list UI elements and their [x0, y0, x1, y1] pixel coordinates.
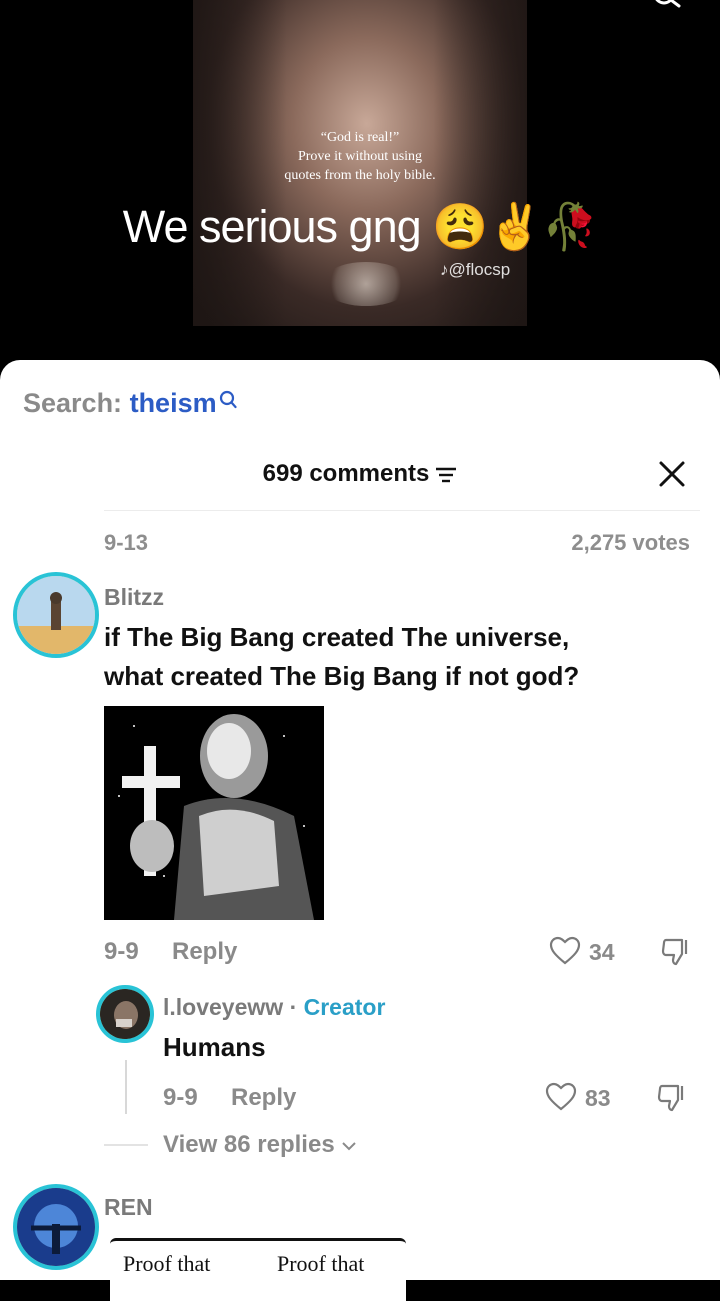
image-text: Proof that	[123, 1251, 211, 1276]
dislike-icon[interactable]	[660, 936, 692, 968]
reply-username[interactable]: l.loveyeww	[163, 994, 283, 1020]
video-caption: We serious gng 😩✌️🥀	[122, 201, 598, 252]
video-player[interactable]: “God is real!” Prove it without using qu…	[0, 0, 720, 360]
reply-text: Humans	[163, 1032, 266, 1062]
search-term[interactable]: theism	[130, 388, 217, 418]
dislike-icon[interactable]	[656, 1082, 688, 1114]
sort-icon[interactable]	[435, 466, 457, 484]
comments-header: 699 comments	[0, 460, 720, 488]
view-replies-label: View 86 replies	[163, 1131, 335, 1158]
search-icon[interactable]	[652, 0, 682, 8]
view-replies-button[interactable]: View 86 replies	[163, 1131, 357, 1159]
like-count: 83	[585, 1085, 611, 1111]
thread-line	[125, 1060, 127, 1114]
comment-image[interactable]: Proof that Proof that	[110, 1238, 406, 1301]
avatar-image	[17, 1188, 95, 1266]
comment-line: if The Big Bang created The universe,	[104, 622, 570, 652]
divider	[104, 1144, 148, 1146]
search-suggestion[interactable]: Search: theism	[23, 388, 237, 419]
quote-line: quotes from the holy bible.	[284, 168, 436, 183]
heart-icon[interactable]	[549, 936, 581, 966]
silver-figure-cross-image	[104, 706, 324, 920]
avatar[interactable]	[96, 985, 154, 1043]
comment-username[interactable]: Blitzz	[104, 584, 164, 611]
reply-button[interactable]: Reply	[231, 1084, 296, 1112]
video-quote-text: “God is real!” Prove it without using qu…	[193, 128, 527, 185]
quote-line: Prove it without using	[297, 149, 423, 164]
search-icon[interactable]	[219, 390, 237, 410]
reply-button[interactable]: Reply	[172, 938, 237, 966]
comment-text: if The Big Bang created The universe, wh…	[104, 618, 579, 696]
heart-icon[interactable]	[545, 1082, 577, 1112]
close-icon[interactable]	[656, 458, 688, 490]
comment-date: 9-9	[104, 938, 139, 965]
comment-image[interactable]	[104, 706, 324, 920]
search-prefix: Search:	[23, 388, 123, 418]
image-text: Proof that	[277, 1251, 365, 1276]
avatar-image	[100, 989, 150, 1039]
comment-count: 699 comments	[262, 460, 430, 487]
creator-badge: Creator	[303, 994, 386, 1020]
date-label: 9-13	[104, 530, 149, 555]
necklace	[321, 262, 411, 306]
like-count: 34	[589, 939, 615, 965]
quote-line: “God is real!”	[320, 130, 400, 145]
reply-date: 9-9	[163, 1084, 198, 1111]
comment-line: what created The Big Bang if not god?	[104, 661, 580, 691]
avatar[interactable]	[13, 572, 99, 658]
avatar[interactable]	[13, 1184, 99, 1270]
divider	[104, 510, 700, 511]
tiktok-watermark: ♪@flocsp	[440, 260, 511, 279]
comment-username[interactable]: REN	[104, 1194, 153, 1221]
reply-username-row: l.loveyeww · Creator	[163, 994, 385, 1021]
chevron-down-icon	[342, 1142, 357, 1151]
votes-count: 2,275 votes	[571, 530, 690, 555]
separator: ·	[289, 994, 298, 1020]
avatar-image	[17, 576, 95, 654]
